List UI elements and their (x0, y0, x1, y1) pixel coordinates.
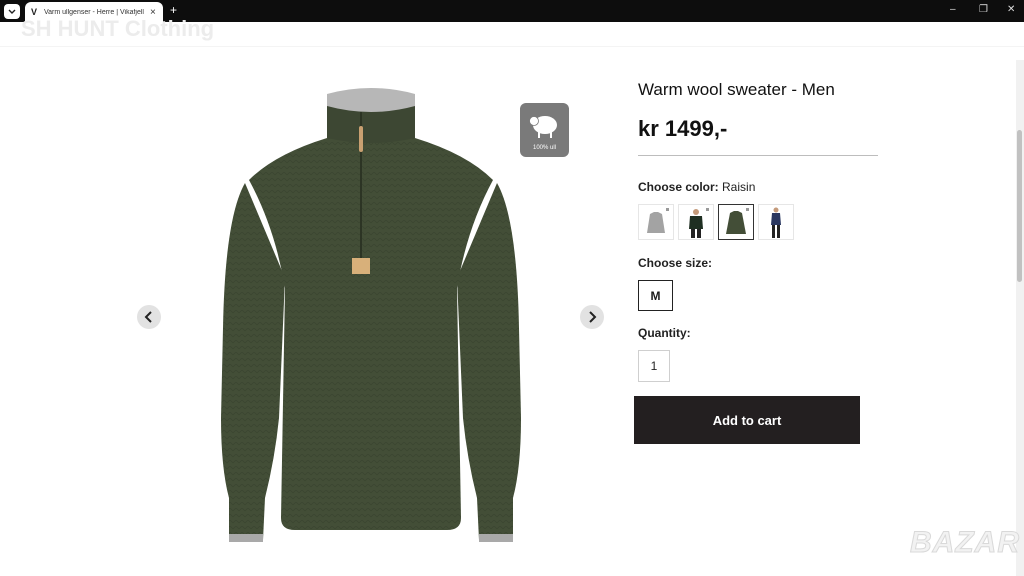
sheep-icon (529, 116, 557, 138)
color-swatch-raisin[interactable] (718, 204, 754, 240)
color-label-text: Choose color: (638, 180, 719, 194)
quantity-input[interactable]: 1 (638, 350, 670, 382)
new-tab-button[interactable]: + (170, 3, 177, 17)
color-swatch-grey[interactable] (638, 204, 674, 240)
color-swatch-navy-model[interactable] (758, 204, 794, 240)
scrollbar-thumb[interactable] (1017, 130, 1022, 282)
store-name-watermark: SH HUNT Clothing (21, 16, 215, 41)
chevron-left-icon (144, 311, 152, 323)
restore-button[interactable]: ❐ (979, 4, 988, 15)
wool-badge: 100% ull (520, 103, 569, 157)
product-image (221, 88, 521, 542)
product-title: Warm wool sweater - Men (638, 80, 835, 99)
add-to-cart-button[interactable]: Add to cart (634, 396, 860, 444)
close-window-button[interactable]: ✕ (1007, 4, 1015, 15)
color-swatch-dark-green-model[interactable] (678, 204, 714, 240)
selected-color: Raisin (722, 180, 756, 194)
tab-search-button[interactable] (4, 4, 20, 19)
bazar-watermark-logo: BAZAR (910, 526, 1020, 560)
price-divider (638, 155, 878, 156)
size-label: Choose size: (638, 256, 713, 270)
prev-image-button[interactable] (137, 305, 161, 329)
quantity-label: Quantity: (638, 326, 691, 340)
product-price: kr 1499,- (638, 116, 728, 141)
wool-badge-label: 100% ull (532, 145, 556, 151)
chevron-down-icon (8, 9, 16, 14)
minimize-button[interactable]: – (950, 4, 956, 15)
next-image-button[interactable] (580, 305, 604, 329)
color-label: Choose color: Raisin (638, 180, 755, 194)
chevron-right-icon (589, 311, 597, 323)
size-option-m[interactable]: M (638, 280, 673, 311)
tab-title: Varm ullgenser - Herre | Vikafjell (44, 8, 144, 16)
header-divider (0, 46, 1024, 47)
